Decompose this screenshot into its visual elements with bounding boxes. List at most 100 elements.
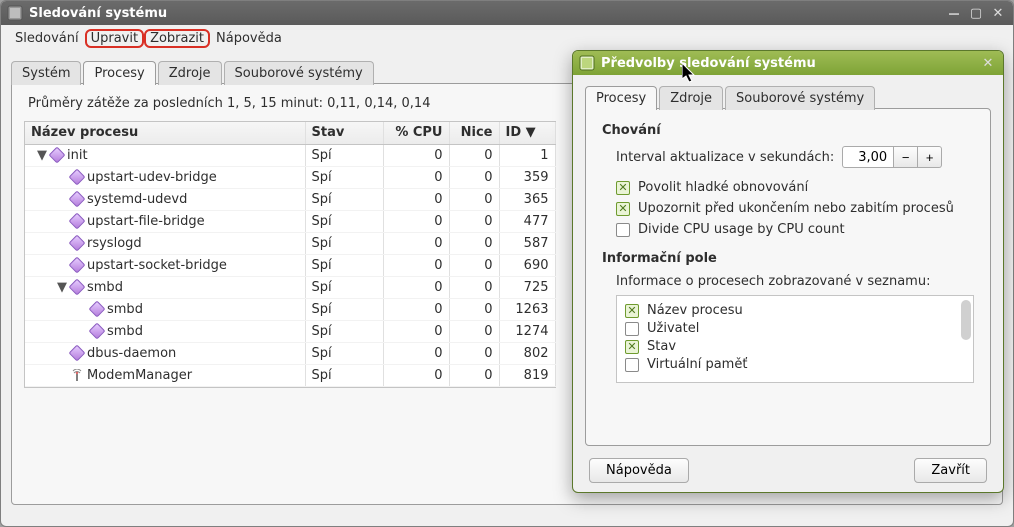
process-state: Spí xyxy=(305,144,383,166)
table-row[interactable]: upstart-socket-bridgeSpí00690 xyxy=(25,254,555,276)
process-name: dbus-daemon xyxy=(87,346,176,361)
process-id: 725 xyxy=(499,276,555,298)
check-divide-cpu[interactable] xyxy=(616,223,630,237)
prefs-tab-resources[interactable]: Zdroje xyxy=(659,86,723,110)
interval-spinner: − + xyxy=(842,146,942,168)
table-row[interactable]: systemd-udevdSpí00365 xyxy=(25,188,555,210)
tab-system[interactable]: Systém xyxy=(11,61,81,85)
process-nice: 0 xyxy=(449,254,499,276)
check-smooth-refresh[interactable]: ✕ xyxy=(616,181,630,195)
process-state: Spí xyxy=(305,276,383,298)
prefs-tab-filesystems[interactable]: Souborové systémy xyxy=(725,86,875,110)
infofield-item[interactable]: ✕Stav xyxy=(625,339,965,354)
infofield-item[interactable]: Uživatel xyxy=(625,321,965,336)
menu-monitor[interactable]: Sledování xyxy=(9,29,85,48)
process-id: 365 xyxy=(499,188,555,210)
maximize-button[interactable]: ▢ xyxy=(967,5,985,21)
diamond-icon xyxy=(69,191,86,208)
interval-input[interactable] xyxy=(842,146,894,168)
col-name[interactable]: Název procesu xyxy=(25,122,305,144)
main-titlebar[interactable]: Sledování systému － ▢ ✕ xyxy=(1,1,1013,25)
diamond-icon xyxy=(89,323,106,340)
process-nice: 0 xyxy=(449,342,499,364)
table-row[interactable]: rsyslogdSpí00587 xyxy=(25,232,555,254)
antenna-icon xyxy=(71,369,83,381)
tab-processes[interactable]: Procesy xyxy=(83,61,155,85)
col-cpu[interactable]: % CPU xyxy=(383,122,449,144)
process-state: Spí xyxy=(305,298,383,320)
table-row[interactable]: ModemManagerSpí00819 xyxy=(25,364,555,386)
process-cpu: 0 xyxy=(383,342,449,364)
table-row[interactable]: dbus-daemonSpí00802 xyxy=(25,342,555,364)
process-name: smbd xyxy=(107,302,143,317)
infofield-checkbox[interactable] xyxy=(625,322,639,336)
process-cpu: 0 xyxy=(383,364,449,386)
process-cpu: 0 xyxy=(383,210,449,232)
process-state: Spí xyxy=(305,364,383,386)
tree-twisty[interactable]: ▼ xyxy=(57,280,67,295)
process-nice: 0 xyxy=(449,166,499,188)
infofield-item[interactable]: Virtuální paměť xyxy=(625,357,965,372)
menu-edit[interactable]: Upravit xyxy=(85,29,144,48)
prefs-close-button[interactable]: Zavřít xyxy=(914,458,987,483)
label-smooth-refresh: Povolit hladké obnovování xyxy=(638,180,808,195)
process-id: 477 xyxy=(499,210,555,232)
infofields-scrollbar[interactable] xyxy=(961,300,971,340)
interval-decrement[interactable]: − xyxy=(894,146,918,168)
diamond-icon xyxy=(49,147,66,164)
table-row[interactable]: ▼smbdSpí00725 xyxy=(25,276,555,298)
menu-help[interactable]: Nápověda xyxy=(210,29,288,48)
process-state: Spí xyxy=(305,232,383,254)
check-warn-kill[interactable]: ✕ xyxy=(616,202,630,216)
diamond-icon xyxy=(69,345,86,362)
process-cpu: 0 xyxy=(383,166,449,188)
process-state: Spí xyxy=(305,320,383,342)
process-name: upstart-udev-bridge xyxy=(87,170,217,185)
process-nice: 0 xyxy=(449,188,499,210)
process-table[interactable]: Název procesu Stav % CPU Nice ID ▼ ▼init… xyxy=(24,121,556,388)
table-row[interactable]: upstart-file-bridgeSpí00477 xyxy=(25,210,555,232)
process-state: Spí xyxy=(305,188,383,210)
table-row[interactable]: smbdSpí001263 xyxy=(25,298,555,320)
process-nice: 0 xyxy=(449,276,499,298)
infofields-list[interactable]: ✕Název procesu Uživatel ✕Stav Virtuální pam… xyxy=(616,295,974,383)
prefs-tabpanel: Chování Interval aktualizace v sekundách… xyxy=(585,108,991,446)
infofield-item[interactable]: ✕Název procesu xyxy=(625,303,965,318)
tab-filesystems[interactable]: Souborové systémy xyxy=(224,61,374,85)
diamond-icon xyxy=(89,301,106,318)
process-name: smbd xyxy=(107,324,143,339)
prefs-tab-processes[interactable]: Procesy xyxy=(585,86,657,110)
interval-label: Interval aktualizace v sekundách: xyxy=(616,150,834,165)
prefs-tabbar: Procesy Zdroje Souborové systémy xyxy=(585,85,991,109)
col-id[interactable]: ID ▼ xyxy=(499,122,555,144)
menubar: Sledování Upravit Zobrazit Nápověda xyxy=(1,25,1013,52)
tab-resources[interactable]: Zdroje xyxy=(158,61,222,85)
process-name: upstart-socket-bridge xyxy=(87,258,227,273)
table-row[interactable]: smbdSpí001274 xyxy=(25,320,555,342)
process-cpu: 0 xyxy=(383,320,449,342)
infofield-checkbox[interactable]: ✕ xyxy=(625,340,639,354)
process-id: 1 xyxy=(499,144,555,166)
close-button[interactable]: ✕ xyxy=(989,5,1007,21)
table-row[interactable]: upstart-udev-bridgeSpí00359 xyxy=(25,166,555,188)
interval-increment[interactable]: + xyxy=(918,146,942,168)
minimize-button[interactable]: － xyxy=(945,5,963,21)
infofield-checkbox[interactable] xyxy=(625,358,639,372)
label-divide-cpu: Divide CPU usage by CPU count xyxy=(638,222,845,237)
tree-twisty[interactable]: ▼ xyxy=(37,148,47,163)
process-cpu: 0 xyxy=(383,276,449,298)
prefs-titlebar[interactable]: Předvolby sledování systému ✕ xyxy=(573,51,1003,75)
process-cpu: 0 xyxy=(383,144,449,166)
table-row[interactable]: ▼initSpí001 xyxy=(25,144,555,166)
prefs-help-button[interactable]: Nápověda xyxy=(589,458,689,483)
process-name: rsyslogd xyxy=(87,236,142,251)
col-state[interactable]: Stav xyxy=(305,122,383,144)
process-nice: 0 xyxy=(449,364,499,386)
infofield-checkbox[interactable]: ✕ xyxy=(625,304,639,318)
label-warn-kill: Upozornit před ukončením nebo zabitím pr… xyxy=(638,201,954,216)
menu-view[interactable]: Zobrazit xyxy=(144,29,210,48)
process-name: upstart-file-bridge xyxy=(87,214,205,229)
process-nice: 0 xyxy=(449,144,499,166)
prefs-close-icon[interactable]: ✕ xyxy=(979,55,997,71)
col-nice[interactable]: Nice xyxy=(449,122,499,144)
